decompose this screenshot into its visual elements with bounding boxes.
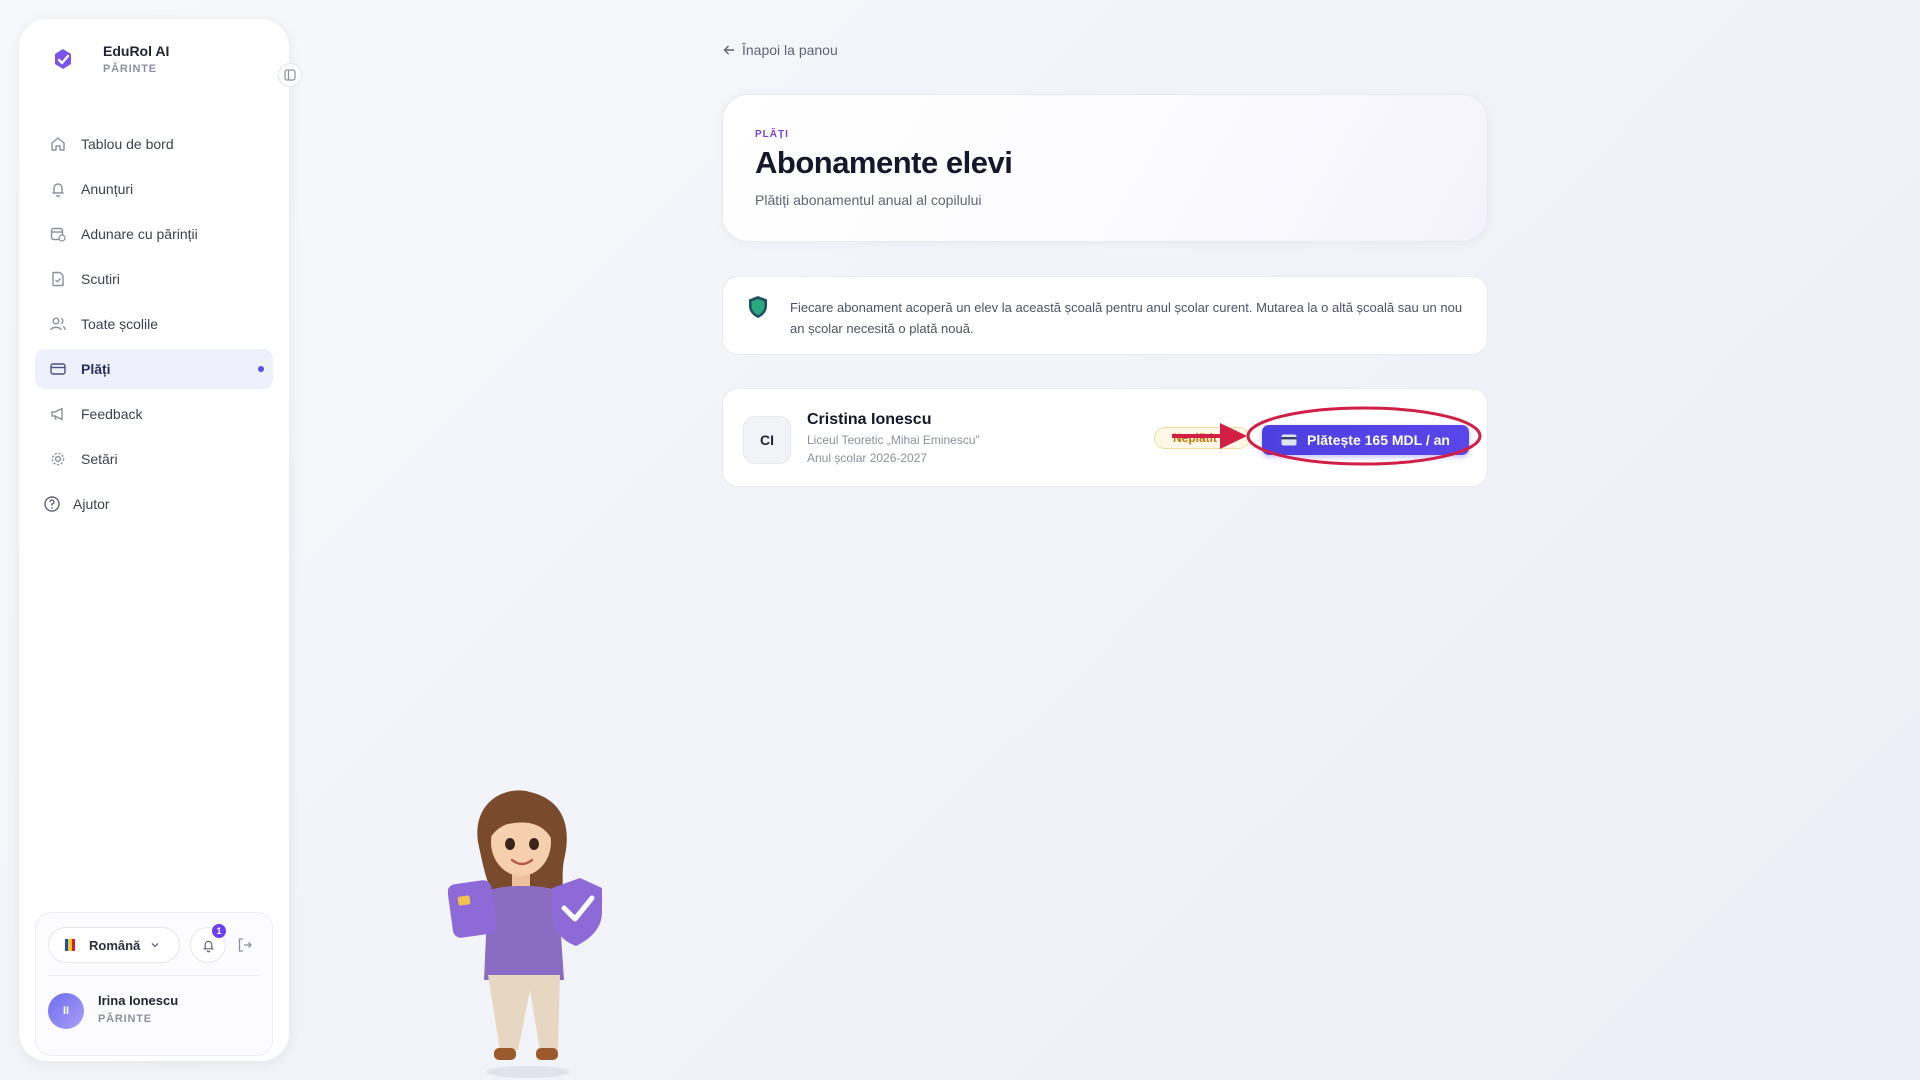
language-selected: Română — [89, 937, 141, 953]
page-title: Abonamente elevi — [755, 145, 1013, 180]
sidebar-item-label: Anunțuri — [81, 181, 134, 197]
credit-card-icon — [50, 363, 66, 375]
chevron-down-icon — [151, 943, 159, 948]
sidebar-item-exemptions[interactable]: Scutiri — [35, 259, 273, 299]
sidebar-item-label: Setări — [81, 451, 118, 467]
sidebar-item-label: Plăți — [81, 361, 111, 377]
student-avatar: CI — [743, 416, 791, 464]
collapse-sidebar-button[interactable] — [278, 63, 302, 87]
language-select[interactable]: Română — [48, 927, 180, 963]
arrow-left-icon — [723, 45, 734, 55]
calendar-icon — [50, 227, 66, 242]
student-school-year: Anul școlar 2026-2027 — [807, 451, 928, 465]
sidebar: EduRol AI PĂRINTE Tablou de bord Anunțur… — [19, 19, 302, 1061]
shield-icon — [749, 296, 767, 318]
info-text: Fiecare abonament acoperă un elev la ace… — [790, 300, 1463, 336]
active-indicator-dot — [258, 366, 264, 372]
section-eyebrow: PLĂȚI — [755, 129, 789, 140]
pay-button-label: Plătește 165 MDL / an — [1307, 432, 1450, 448]
student-subscription-card: CI Cristina Ionescu Liceul Teoretic „Mih… — [722, 388, 1488, 487]
back-link-label: Înapoi la panou — [742, 42, 838, 58]
help-circle-icon — [44, 496, 60, 512]
gear-icon — [51, 452, 65, 466]
credit-card-icon — [1281, 434, 1297, 446]
moldova-flag-icon — [65, 939, 75, 951]
users-icon — [50, 317, 66, 331]
status-label: Neplătit — [1173, 431, 1218, 445]
sidebar-item-label: Tablou de bord — [81, 136, 174, 152]
brand[interactable]: EduRol AI PĂRINTE — [45, 41, 169, 77]
sidebar-item-all-schools[interactable]: Toate școlile — [35, 304, 273, 344]
logout-icon[interactable] — [236, 936, 254, 954]
home-icon — [51, 137, 65, 151]
student-name: Cristina Ionescu — [807, 411, 932, 428]
sidebar-item-announcements[interactable]: Anunțuri — [35, 169, 273, 209]
user-panel: Română 1 II Irina Ionescu PĂRINTE — [35, 912, 273, 1056]
sidebar-nav: Tablou de bord Anunțuri Adunare cu părin… — [35, 124, 273, 524]
sidebar-item-label: Toate școlile — [81, 316, 159, 332]
back-to-dashboard-link[interactable]: Înapoi la panou — [722, 42, 838, 58]
bell-icon — [202, 940, 214, 952]
sidebar-item-label: Feedback — [81, 406, 143, 422]
notifications-button[interactable]: 1 — [190, 924, 226, 963]
page-subtitle: Plătiți abonamentul anual al copilului — [755, 192, 982, 208]
notification-count-badge: 1 — [212, 924, 226, 938]
brand-logo-icon — [45, 41, 81, 77]
page-header-card: PLĂȚI Abonamente elevi Plătiți abonament… — [722, 94, 1488, 242]
student-school: Liceul Teoretic „Mihai Eminescu” — [807, 433, 980, 447]
status-badge: Neplătit — [1154, 427, 1250, 449]
help-link[interactable]: Ajutor — [35, 484, 273, 524]
user-role: PĂRINTE — [98, 1013, 152, 1025]
sidebar-item-label: Scutiri — [81, 271, 120, 287]
pay-subscription-button[interactable]: Plătește 165 MDL / an — [1262, 425, 1469, 455]
sidebar-toggle-icon — [284, 69, 296, 81]
sidebar-item-payments[interactable]: Plăți — [35, 349, 273, 389]
brand-role: PĂRINTE — [103, 63, 157, 75]
sidebar-item-settings[interactable]: Setări — [35, 439, 273, 479]
info-notice-card: Fiecare abonament acoperă un elev la ace… — [722, 276, 1488, 355]
sidebar-item-parent-meeting[interactable]: Adunare cu părinții — [35, 214, 273, 254]
avatar[interactable]: II — [48, 993, 84, 1029]
help-label: Ajutor — [73, 496, 110, 512]
brand-name: EduRol AI — [103, 43, 170, 59]
parent-mascot-illustration — [448, 790, 602, 1078]
sidebar-item-dashboard[interactable]: Tablou de bord — [35, 124, 273, 164]
divider — [48, 975, 260, 976]
sidebar-item-feedback[interactable]: Feedback — [35, 394, 273, 434]
megaphone-icon — [51, 407, 63, 421]
user-name: Irina Ionescu — [98, 993, 179, 1008]
document-check-icon — [52, 271, 64, 287]
sidebar-item-label: Adunare cu părinții — [81, 226, 198, 242]
bell-icon — [52, 183, 64, 198]
